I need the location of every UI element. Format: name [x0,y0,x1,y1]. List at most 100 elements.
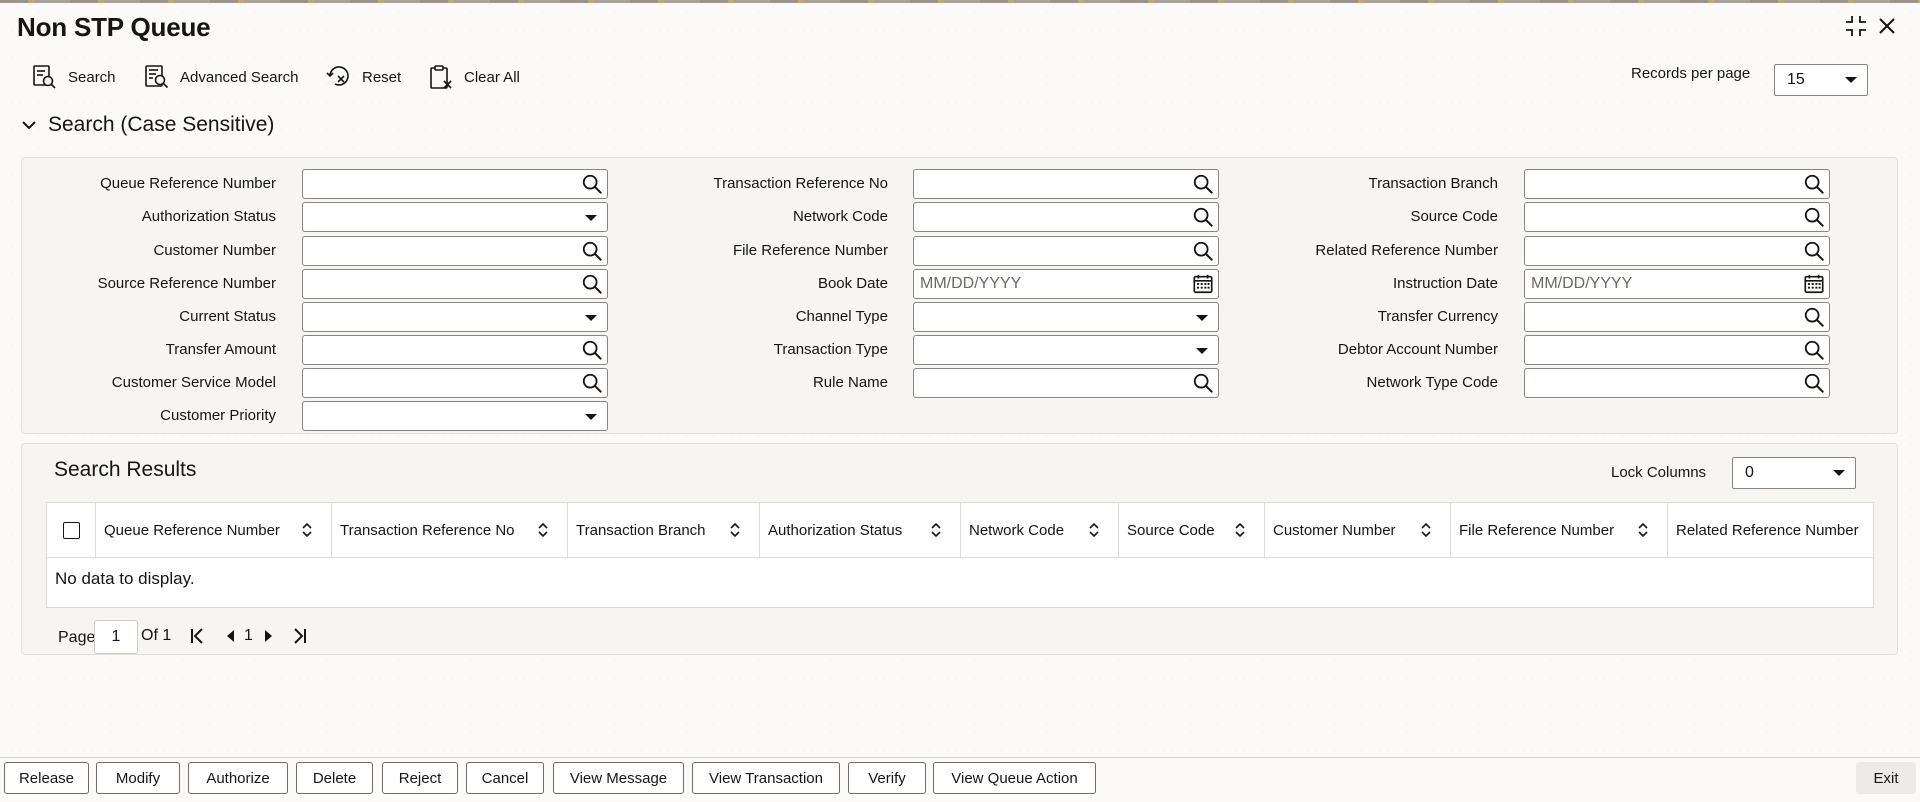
column-header-label: File Reference Number [1459,522,1615,539]
transaction-reference-no-input[interactable] [913,169,1219,199]
column-header-file-reference-number[interactable]: File Reference Number [1451,503,1668,558]
sort-icon[interactable] [1234,522,1246,538]
sort-icon[interactable] [301,522,313,538]
search-icon[interactable] [1803,339,1825,361]
sort-icon[interactable] [1420,522,1432,538]
exit-button[interactable]: Exit [1856,762,1916,794]
view-queue-action-button[interactable]: View Queue Action [933,762,1096,794]
authorization-status-label: Authorization Status [141,208,276,225]
search-icon[interactable] [1192,206,1214,228]
page-link-current[interactable]: 1 [244,625,253,647]
release-button[interactable]: Release [4,762,89,794]
search-icon[interactable] [1192,240,1214,262]
column-header-label: Transaction Branch [576,522,706,539]
close-icon[interactable] [1873,12,1901,40]
page-number-value: 1 [111,628,121,645]
column-header-queue-reference-number[interactable]: Queue Reference Number [96,503,332,558]
reset-button[interactable]: Reset [326,62,401,92]
minimize-icon[interactable] [1842,12,1870,40]
search-icon[interactable] [1803,372,1825,394]
search-icon[interactable] [581,273,603,295]
sort-icon[interactable] [1088,522,1100,538]
cancel-button[interactable]: Cancel [466,762,544,794]
related-reference-number-input[interactable] [1524,236,1830,266]
previous-page-icon[interactable] [221,625,241,647]
first-page-icon[interactable] [188,625,208,647]
instruction-date-label: Instruction Date [1392,275,1498,292]
search-button[interactable]: Search [32,62,116,92]
lock-columns-label: Lock Columns [1611,464,1707,481]
search-section-toggle[interactable]: Search (Case Sensitive) [20,113,274,137]
customer-priority-label: Customer Priority [160,407,276,424]
modify-button[interactable]: Modify [96,762,180,794]
sort-icon[interactable] [729,522,741,538]
sort-icon[interactable] [930,522,942,538]
reject-button[interactable]: Reject [382,762,458,794]
debtor-account-number-input[interactable] [1524,335,1830,365]
view-transaction-button[interactable]: View Transaction [692,762,840,794]
column-header-transaction-branch[interactable]: Transaction Branch [568,503,760,558]
search-icon[interactable] [1803,306,1825,328]
book-date-input[interactable]: MM/DD/YYYY [913,269,1219,299]
search-icon[interactable] [1803,206,1825,228]
source-code-input[interactable] [1524,202,1830,232]
search-icon[interactable] [1803,173,1825,195]
customer-number-input[interactable] [302,236,608,266]
search-icon[interactable] [581,339,603,361]
search-icon[interactable] [581,372,603,394]
lock-columns-select[interactable]: 0 [1732,457,1856,489]
column-header-network-code[interactable]: Network Code [961,503,1119,558]
calendar-icon[interactable] [1803,273,1825,295]
customer-priority-select[interactable] [302,401,608,431]
transfer-currency-input[interactable] [1524,302,1830,332]
channel-type-select[interactable] [913,302,1219,332]
transaction-branch-input[interactable] [1524,169,1830,199]
column-header-authorization-status[interactable]: Authorization Status [760,503,961,558]
instruction-date-input[interactable]: MM/DD/YYYY [1524,269,1830,299]
transaction-branch-label: Transaction Branch [1368,175,1498,192]
header-decoration-strip [0,0,1920,3]
customer-service-model-input[interactable] [302,368,608,398]
column-header-customer-number[interactable]: Customer Number [1265,503,1451,558]
select-all-checkbox[interactable] [63,522,80,539]
transaction-type-select[interactable] [913,335,1219,365]
network-type-code-input[interactable] [1524,368,1830,398]
sort-icon[interactable] [537,522,549,538]
column-header-transaction-reference-no[interactable]: Transaction Reference No [332,503,568,558]
search-icon[interactable] [1803,240,1825,262]
current-status-select[interactable] [302,302,608,332]
transfer-amount-input[interactable] [302,335,608,365]
page-number-input[interactable]: 1 [94,620,138,654]
authorize-button[interactable]: Authorize [188,762,288,794]
current-status-label: Current Status [179,308,276,325]
queue-reference-number-input[interactable] [302,169,608,199]
next-page-icon[interactable] [258,625,278,647]
source-reference-number-label: Source Reference Number [97,275,276,292]
clear-all-button[interactable]: Clear All [428,62,520,92]
rule-name-input[interactable] [913,368,1219,398]
records-per-page-select[interactable]: 15 [1774,64,1868,96]
advanced-search-button[interactable]: Advanced Search [144,62,298,92]
network-code-input[interactable] [913,202,1219,232]
search-icon[interactable] [581,173,603,195]
page-of-label: Of 1 [141,627,172,644]
source-reference-number-input[interactable] [302,269,608,299]
view-message-button[interactable]: View Message [553,762,684,794]
delete-button[interactable]: Delete [296,762,373,794]
column-header-source-code[interactable]: Source Code [1119,503,1265,558]
calendar-icon[interactable] [1192,273,1214,295]
select-all-cell [47,503,96,558]
reset-icon [326,66,349,86]
verify-button[interactable]: Verify [848,762,926,794]
column-header-label: Related Reference Number [1676,522,1859,539]
search-icon[interactable] [1192,173,1214,195]
file-reference-number-input[interactable] [913,236,1219,266]
advanced-search-icon [145,65,169,89]
search-icon[interactable] [1192,372,1214,394]
chevron-down-icon [1196,348,1208,354]
column-header-related-reference-number[interactable]: Related Reference Number [1668,503,1873,558]
last-page-icon[interactable] [289,625,309,647]
sort-icon[interactable] [1637,522,1649,538]
authorization-status-select[interactable] [302,202,608,232]
search-icon[interactable] [581,240,603,262]
